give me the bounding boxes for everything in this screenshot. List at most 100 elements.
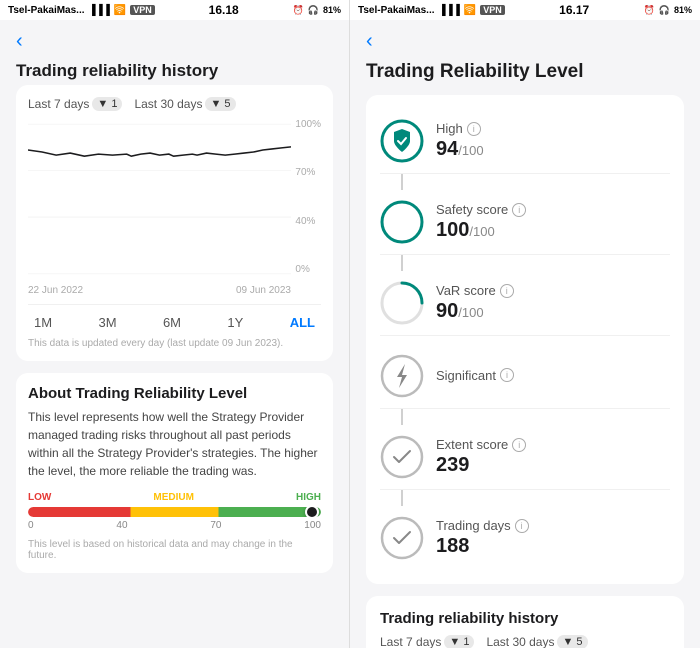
about-section: About Trading Reliability Level This lev… [16,373,333,573]
time-btn-3m[interactable]: 3M [92,313,122,332]
reliability-item-var: VaR score i 90/100 [380,271,670,336]
right-panel-content: Trading Reliability Level High i 94/100 [350,57,700,648]
reliability-item-extent: Extent score i 239 [380,425,670,490]
info-icon-significant[interactable]: i [500,368,514,382]
status-bar-right-battery: ⏰ 🎧 81% [644,5,692,16]
lightning-icon [380,354,424,398]
signal-icon-right: ▐▐▐ [439,5,460,16]
time-btn-1m[interactable]: 1M [28,313,58,332]
gauge-label-low: LOW [28,492,51,503]
info-icon-high[interactable]: i [467,122,481,136]
chart-area: 100% 70% 40% 0% [28,119,321,279]
status-bar-right-info: Tsel-PakaiMas... ▐▐▐ 🛜 VPN [358,5,505,16]
wifi-icon-right: 🛜 [464,5,476,16]
safety-info: Safety score i 100/100 [436,202,670,242]
status-bar-left-info: Tsel-PakaiMas... ▐▐▐ 🛜 VPN [8,5,155,16]
chart-y-labels: 100% 70% 40% 0% [295,119,321,279]
left-panel-content: Trading reliability history Last 7 days … [0,57,349,648]
connector-3 [401,409,403,425]
about-text: This level represents how well the Strat… [28,408,321,480]
info-icon-trading-days[interactable]: i [515,519,529,533]
chart-filters: Last 7 days ▼ 1 Last 30 days ▼ 5 [28,97,321,111]
chart-x-labels: 22 Jun 2022 09 Jun 2023 [28,285,321,296]
var-label: VaR score i [436,283,670,298]
reliability-item-significant: Significant i [380,344,670,409]
battery-left: 81% [323,5,341,15]
info-icon-var[interactable]: i [500,284,514,298]
status-bar-right: Tsel-PakaiMas... ▐▐▐ 🛜 VPN 16.17 ⏰ 🎧 81% [350,0,700,20]
gauge-label-medium: MEDIUM [153,492,194,503]
time-btn-all[interactable]: ALL [284,313,321,332]
status-bar-right-left: ⏰ 🎧 81% [293,5,341,16]
time-btn-6m[interactable]: 6M [157,313,187,332]
vpn-badge-right: VPN [480,5,505,15]
gauge-bar-fill [28,507,321,517]
wifi-icon: 🛜 [114,5,126,16]
gauge-label-high: HIGH [296,492,321,503]
spacer [380,336,670,344]
left-panel: Tsel-PakaiMas... ▐▐▐ 🛜 VPN 16.18 ⏰ 🎧 81%… [0,0,350,648]
chart-card: Last 7 days ▼ 1 Last 30 days ▼ 5 [16,85,333,361]
gauge-numbers: 0 40 70 100 [28,520,321,531]
alarm-icon-right: ⏰ [644,5,655,16]
high-value: 94/100 [436,138,670,161]
time-right: 16.17 [559,3,589,17]
vpn-badge-left: VPN [130,5,155,15]
alarm-icon: ⏰ [293,5,304,16]
safety-label: Safety score i [436,202,670,217]
reliability-item-trading-days: Trading days i 188 [380,506,670,570]
time-filters: 1M 3M 6M 1Y ALL [28,304,321,332]
significant-label: Significant i [436,368,670,383]
extent-info: Extent score i 239 [436,437,670,477]
about-title: About Trading Reliability Level [28,385,321,402]
var-circle-icon [380,281,424,325]
back-button-right[interactable]: ‹ [350,20,700,57]
filter-30days[interactable]: Last 30 days ▼ 5 [134,97,235,111]
check-circle-extent-icon [380,435,424,479]
trading-days-label: Trading days i [436,518,670,533]
right-filter-30days[interactable]: Last 30 days ▼ 5 [486,635,587,648]
reliability-item-safety: Safety score i 100/100 [380,190,670,255]
chart-svg [28,119,291,279]
gauge-note: This level is based on historical data a… [28,539,321,561]
connector-2 [401,255,403,271]
extent-label: Extent score i [436,437,670,452]
reliability-item-high: High i 94/100 [380,109,670,174]
right-panel: Tsel-PakaiMas... ▐▐▐ 🛜 VPN 16.17 ⏰ 🎧 81%… [350,0,700,648]
right-panel-title: Trading Reliability Level [366,61,684,83]
right-chart-filters: Last 7 days ▼ 1 Last 30 days ▼ 5 [380,635,670,648]
connector-4 [401,490,403,506]
high-info: High i 94/100 [436,121,670,161]
safety-circle-icon [380,200,424,244]
back-button-left[interactable]: ‹ [0,20,349,57]
high-label: High i [436,121,670,136]
trading-days-info: Trading days i 188 [436,518,670,558]
status-bar-left: Tsel-PakaiMas... ▐▐▐ 🛜 VPN 16.18 ⏰ 🎧 81% [0,0,349,20]
signal-icon: ▐▐▐ [89,5,110,16]
info-icon-extent[interactable]: i [512,438,526,452]
trading-days-value: 188 [436,535,670,558]
extent-value: 239 [436,454,670,477]
reliability-card: High i 94/100 Safety score i [366,95,684,584]
battery-right: 81% [674,5,692,15]
headphone-icon: 🎧 [308,5,319,16]
gauge-container: LOW MEDIUM HIGH 0 40 70 100 [28,492,321,531]
right-chart-title: Trading reliability history [380,610,670,627]
carrier-right: Tsel-PakaiMas... [358,5,435,16]
shield-icon [380,119,424,163]
time-left: 16.18 [209,3,239,17]
chart-section-title: Trading reliability history [16,61,333,81]
gauge-thumb [305,507,319,517]
safety-value: 100/100 [436,219,670,242]
significant-info: Significant i [436,368,670,385]
var-info: VaR score i 90/100 [436,283,670,323]
filter-7days[interactable]: Last 7 days ▼ 1 [28,97,122,111]
connector-1 [401,174,403,190]
time-btn-1y[interactable]: 1Y [221,313,249,332]
gauge-labels: LOW MEDIUM HIGH [28,492,321,503]
var-value: 90/100 [436,300,670,323]
headphone-icon-right: 🎧 [659,5,670,16]
right-filter-7days[interactable]: Last 7 days ▼ 1 [380,635,474,648]
check-circle-trading-icon [380,516,424,560]
info-icon-safety[interactable]: i [512,203,526,217]
